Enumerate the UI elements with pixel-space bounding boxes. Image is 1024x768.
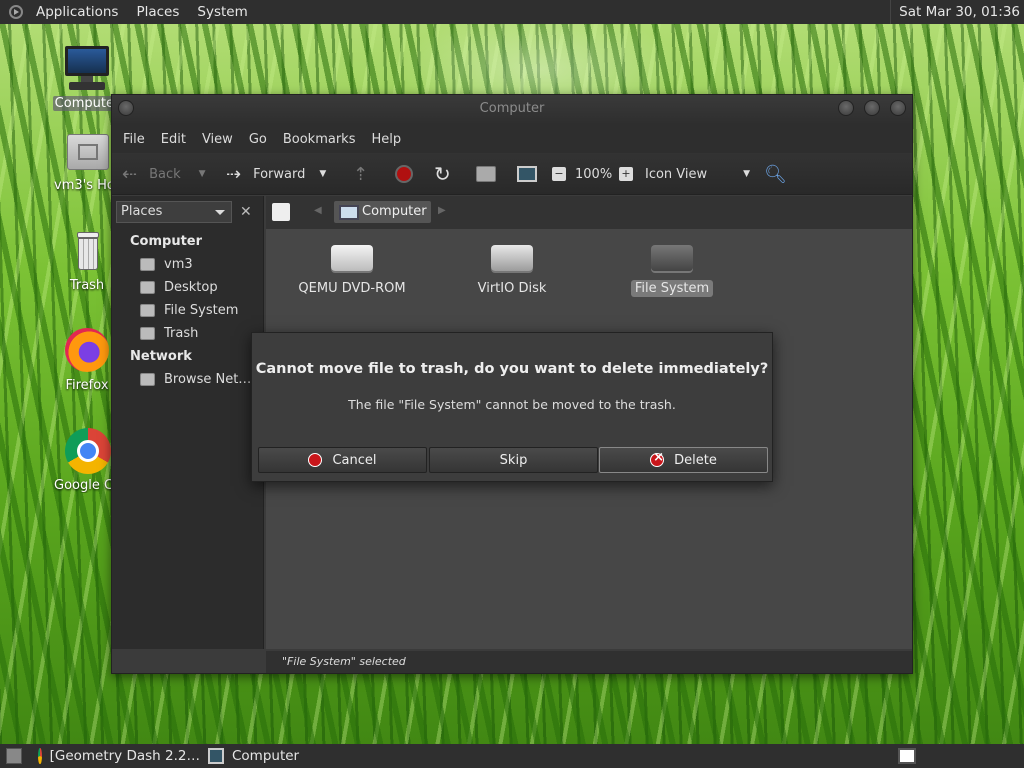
computer-small-icon — [517, 166, 537, 182]
file-item-virtio-disk[interactable]: VirtIO Disk — [452, 245, 572, 296]
sidebar: Places ✕ Computer vm3 Desktop File Syste… — [112, 196, 264, 649]
cancel-button[interactable]: Cancel — [258, 447, 427, 473]
window-titlebar[interactable]: Computer — [112, 95, 912, 125]
file-item-file-system[interactable]: File System — [612, 245, 732, 297]
network-icon — [140, 373, 155, 386]
skip-button[interactable]: Skip — [429, 447, 598, 473]
sidebar-section-computer: Computer — [130, 234, 203, 249]
stop-button[interactable] — [395, 153, 413, 195]
status-bar: "File System" selected — [266, 651, 912, 673]
up-arrow-icon[interactable]: ⇡ — [353, 153, 368, 195]
desktop-icon-label: Firefox — [65, 378, 109, 393]
forward-arrow-icon: ⇢ — [226, 163, 242, 185]
home-folder-small-icon — [476, 166, 496, 182]
delete-button[interactable]: Delete — [599, 447, 768, 473]
zoom-in-button[interactable]: + — [619, 153, 633, 195]
menu-help[interactable]: Help — [363, 132, 409, 147]
path-left-arrow-icon[interactable]: ◀ — [314, 205, 322, 216]
zoom-out-button[interactable]: − — [552, 153, 566, 195]
workspace-switcher[interactable] — [892, 744, 924, 768]
back-button[interactable]: ⇠ Back ▼ — [122, 153, 206, 195]
optical-drive-icon — [331, 245, 373, 271]
menu-bookmarks[interactable]: Bookmarks — [275, 132, 364, 147]
trash-icon — [140, 327, 155, 340]
show-desktop-button[interactable] — [0, 744, 32, 768]
chrome-icon — [63, 428, 111, 476]
filesystem-drive-icon — [651, 245, 693, 271]
desktop-folder-icon — [140, 281, 155, 294]
home-button[interactable] — [476, 153, 496, 195]
places-menu[interactable]: Places — [127, 4, 188, 20]
firefox-icon — [63, 328, 111, 376]
drive-icon — [140, 304, 155, 317]
bottom-panel: [Geometry Dash 2.2… Computer — [0, 744, 1024, 768]
places-select[interactable]: Places — [116, 201, 232, 223]
taskbar-item-geometry-dash[interactable]: [Geometry Dash 2.2… — [32, 744, 200, 768]
sidebar-section-network: Network — [130, 349, 192, 364]
back-history-chevron-icon: ▼ — [198, 169, 206, 179]
path-bar: ◀ Computer ▶ — [266, 196, 912, 229]
window-title: Computer — [479, 101, 545, 116]
delete-icon — [650, 450, 665, 467]
forward-history-chevron-icon: ▼ — [319, 169, 327, 179]
window-menu-icon[interactable] — [118, 100, 134, 116]
confirm-delete-dialog: Cannot move file to trash, do you want t… — [251, 332, 773, 482]
minimize-button[interactable] — [838, 100, 854, 116]
breadcrumb-computer[interactable]: Computer — [334, 201, 431, 223]
toolbar: ⇠ Back ▼ ⇢ Forward ▼ ⇡ ↻ − 100% + Icon V… — [112, 153, 912, 195]
menu-go[interactable]: Go — [241, 132, 275, 147]
sidebar-item-vm3[interactable]: vm3 — [140, 257, 193, 272]
view-mode-chevron-icon: ▼ — [743, 169, 751, 179]
computer-button[interactable] — [517, 153, 537, 195]
distro-logo-icon[interactable] — [9, 5, 23, 19]
disk-drive-icon — [491, 245, 533, 271]
sidebar-item-browse-network[interactable]: Browse Net… — [140, 372, 251, 387]
reload-icon[interactable]: ↻ — [434, 153, 451, 195]
clock[interactable]: Sat Mar 30, 01:36 — [890, 0, 1024, 24]
home-folder-icon — [63, 128, 111, 176]
top-panel: Applications Places System Sat Mar 30, 0… — [0, 0, 1024, 24]
back-arrow-icon: ⇠ — [122, 163, 138, 185]
view-mode-select[interactable]: Icon View ▼ — [645, 153, 750, 195]
close-sidebar-icon[interactable]: ✕ — [240, 204, 252, 220]
close-button[interactable] — [890, 100, 906, 116]
search-icon[interactable]: 🔍︎ — [764, 153, 787, 195]
trash-icon — [63, 228, 111, 276]
cancel-icon — [308, 453, 323, 467]
stop-icon — [395, 165, 413, 183]
show-desktop-icon — [6, 748, 22, 764]
zoom-in-icon: + — [619, 167, 633, 181]
sidebar-header: Places ✕ — [112, 196, 264, 228]
chevron-down-icon — [215, 210, 225, 215]
maximize-button[interactable] — [864, 100, 880, 116]
computer-icon — [208, 748, 224, 764]
home-folder-icon — [140, 258, 155, 271]
workspace-icon — [898, 748, 916, 764]
zoom-level[interactable]: 100% — [575, 153, 612, 195]
menu-view[interactable]: View — [194, 132, 241, 147]
dialog-title: Cannot move file to trash, do you want t… — [255, 361, 769, 377]
chrome-icon — [38, 748, 42, 764]
taskbar-item-computer[interactable]: Computer — [202, 744, 342, 768]
sidebar-item-file-system[interactable]: File System — [140, 303, 238, 318]
menubar: File Edit View Go Bookmarks Help — [112, 125, 912, 153]
path-right-arrow-icon[interactable]: ▶ — [438, 205, 446, 216]
applications-menu[interactable]: Applications — [27, 4, 127, 20]
menu-file[interactable]: File — [115, 132, 153, 147]
forward-button[interactable]: ⇢ Forward ▼ — [226, 153, 326, 195]
system-menu[interactable]: System — [188, 4, 256, 20]
zoom-out-icon: − — [552, 167, 566, 181]
menu-edit[interactable]: Edit — [153, 132, 194, 147]
edit-location-icon[interactable] — [272, 203, 290, 221]
file-item-qemu-dvd-rom[interactable]: QEMU DVD-ROM — [292, 245, 412, 296]
dialog-message: The file "File System" cannot be moved t… — [348, 397, 676, 412]
sidebar-item-desktop[interactable]: Desktop — [140, 280, 218, 295]
desktop-icon-label: Trash — [69, 278, 105, 293]
sidebar-item-trash[interactable]: Trash — [140, 326, 198, 341]
computer-icon — [63, 46, 111, 94]
